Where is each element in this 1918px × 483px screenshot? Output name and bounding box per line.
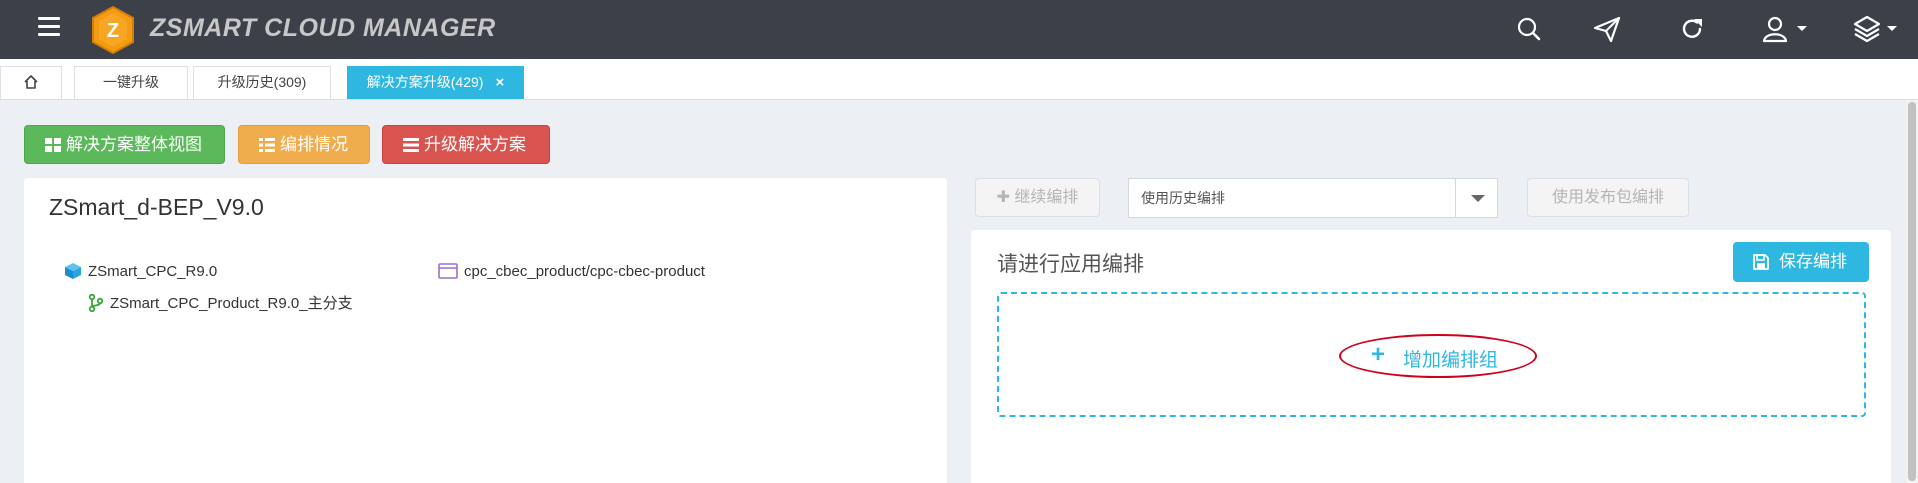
tab-solution-upgrade[interactable]: 解决方案升级(429) × — [347, 66, 524, 99]
home-icon — [24, 75, 38, 89]
tree-node-branch[interactable]: ZSmart_CPC_Product_R9.0_主分支 — [88, 292, 353, 313]
tab-strip: 一键升级 升级历史(309) 解决方案升级(429) × — [0, 59, 1918, 100]
arrangement-status-label: 编排情况 — [280, 135, 348, 154]
save-arrange-label: 保存编排 — [1779, 252, 1847, 271]
add-group-button[interactable]: + 增加编排组 — [1339, 334, 1537, 378]
arrange-dropzone: + 增加编排组 — [997, 292, 1866, 417]
send-icon[interactable] — [1592, 14, 1622, 44]
tab-home[interactable] — [0, 66, 62, 99]
arrange-title: 请进行应用编排 — [997, 253, 1144, 276]
chevron-down-icon[interactable] — [1455, 179, 1497, 217]
scrollbar-thumb[interactable] — [1908, 102, 1916, 481]
page-scrollbar[interactable] — [1906, 100, 1918, 483]
plus-icon: ✚ — [996, 189, 1010, 206]
use-release-arrange-button[interactable]: 使用发布包编排 — [1527, 178, 1689, 217]
layers-dropdown-caret[interactable] — [1887, 26, 1897, 31]
menu-icon[interactable] — [38, 17, 60, 37]
solution-overview-button[interactable]: 解决方案整体视图 — [24, 125, 225, 164]
tab-one-click-upgrade[interactable]: 一键升级 — [74, 66, 188, 99]
tree-node-repo-label: cpc_cbec_product/cpc-cbec-product — [464, 263, 705, 280]
save-arrange-button[interactable]: 保存编排 — [1733, 242, 1869, 282]
solution-title: ZSmart_d-BEP_V9.0 — [49, 194, 264, 220]
tree-node-product-label: ZSmart_CPC_R9.0 — [88, 263, 218, 280]
tree-node-product[interactable]: ZSmart_CPC_R9.0 — [64, 262, 217, 280]
top-navbar: Z ZSMART CLOUD MANAGER — [0, 0, 1918, 59]
upgrade-solution-button[interactable]: 升级解决方案 — [382, 125, 550, 164]
user-dropdown-caret[interactable] — [1797, 26, 1807, 31]
continue-arrange-label: 继续编排 — [1014, 189, 1079, 206]
solution-panel: ZSmart_d-BEP_V9.0 ZSmart_CPC_R9.0 ZSmart… — [24, 178, 947, 483]
cube-icon — [65, 263, 81, 279]
arrangement-status-button[interactable]: 编排情况 — [238, 125, 370, 164]
history-arrange-select-value: 使用历史编排 — [1141, 190, 1225, 206]
history-arrange-select[interactable]: 使用历史编排 — [1128, 178, 1498, 218]
server-icon — [403, 138, 419, 152]
save-icon — [1753, 254, 1769, 270]
continue-arrange-button[interactable]: ✚ 继续编排 — [975, 178, 1100, 217]
brand-title: ZSMART CLOUD MANAGER — [150, 14, 496, 42]
user-icon[interactable] — [1760, 14, 1790, 44]
arrange-panel: 请进行应用编排 保存编排 + 增加编排组 — [971, 230, 1891, 483]
grid-icon — [45, 138, 61, 152]
refresh-icon[interactable] — [1677, 14, 1707, 44]
tab-upgrade-history[interactable]: 升级历史(309) — [193, 66, 331, 99]
tab-solution-upgrade-label: 解决方案升级(429) — [366, 74, 484, 90]
tree-node-repo[interactable]: cpc_cbec_product/cpc-cbec-product — [438, 262, 705, 280]
close-icon[interactable]: × — [495, 74, 504, 91]
solution-overview-label: 解决方案整体视图 — [66, 135, 202, 154]
tree-node-branch-label: ZSmart_CPC_Product_R9.0_主分支 — [110, 295, 353, 312]
search-icon[interactable] — [1514, 14, 1544, 44]
branch-icon — [88, 293, 104, 313]
plus-icon: + — [1371, 341, 1386, 368]
add-group-label: 增加编排组 — [1403, 350, 1499, 371]
logo: Z — [92, 5, 134, 55]
svg-text:Z: Z — [107, 20, 119, 42]
layers-icon[interactable] — [1852, 14, 1882, 44]
upgrade-solution-label: 升级解决方案 — [424, 135, 526, 154]
list-icon — [259, 138, 275, 152]
window-icon — [438, 263, 458, 279]
